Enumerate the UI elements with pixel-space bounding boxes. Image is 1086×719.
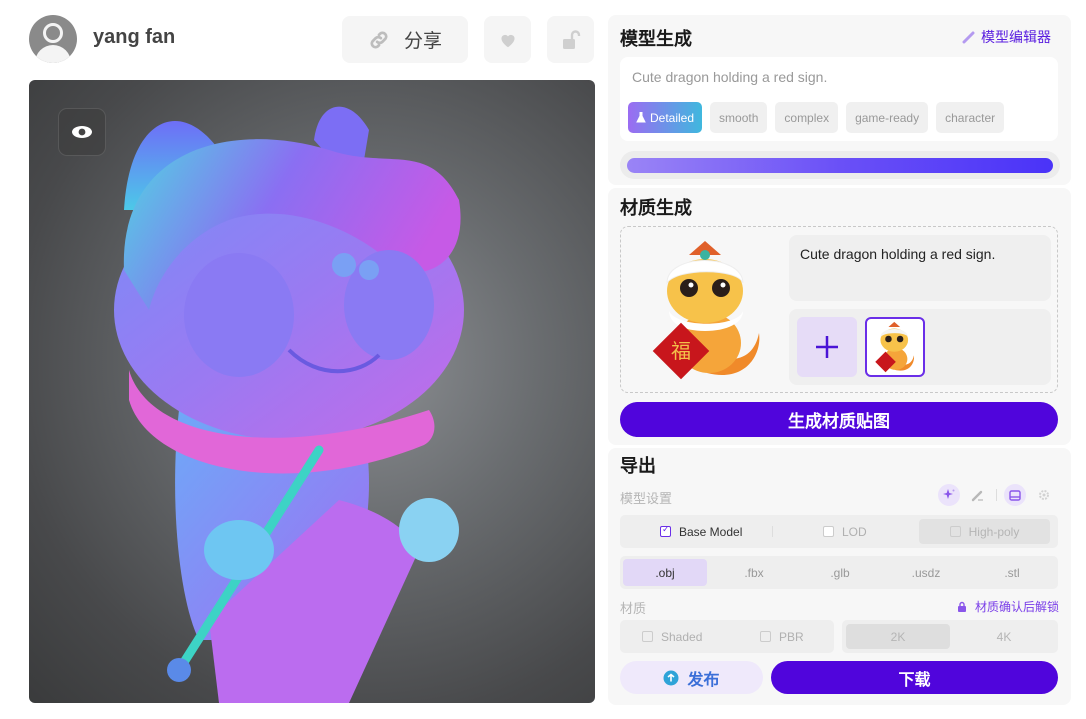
sparkle-icon <box>943 489 955 499</box>
reference-thumbnail[interactable] <box>865 317 925 377</box>
edit-button[interactable] <box>967 484 989 506</box>
model-prompt-box[interactable]: Cute dragon holding a red sign. Detailed… <box>620 57 1058 141</box>
publish-button[interactable]: 发布 <box>620 661 763 694</box>
model-editor-label: 模型编辑器 <box>981 29 1051 45</box>
plus-icon <box>816 336 838 358</box>
unlock-icon <box>562 29 580 49</box>
option-label: PBR <box>779 629 804 644</box>
material-lock-note: 材质确认后解锁 <box>957 598 1059 615</box>
avatar[interactable] <box>29 15 77 63</box>
option-label: LOD <box>842 524 867 539</box>
lock-note-text: 材质确认后解锁 <box>974 600 1059 614</box>
export-panel: 导出 模型设置 ✓ Base Model LOD High-poly .obj … <box>608 448 1071 705</box>
material-label: 材质 <box>620 601 647 616</box>
flask-icon <box>636 112 646 123</box>
option-label: Shaded <box>661 629 703 644</box>
format-fbx[interactable]: .fbx <box>711 559 797 586</box>
sparkle-button[interactable] <box>938 484 960 506</box>
checkbox-checked[interactable] <box>660 524 671 537</box>
model-type-options: Base Model LOD High-poly <box>620 515 1058 548</box>
model-editor-link[interactable]: 模型编辑器 <box>962 27 1051 47</box>
model-settings-label: 模型设置 <box>620 491 673 506</box>
share-label: 分享 <box>403 31 442 52</box>
chip-smooth[interactable]: smooth <box>710 102 768 133</box>
toggle-view-button[interactable] <box>58 108 106 156</box>
resolution-2k[interactable]: 2K <box>846 624 950 649</box>
format-selector: .obj .fbx .glb .usdz .stl <box>620 556 1058 589</box>
style-chips: Detailed smooth complex game-ready chara… <box>628 102 1005 133</box>
model-settings-toolbar <box>938 484 1055 506</box>
eye-icon <box>72 126 92 138</box>
reference-image[interactable]: 福 <box>647 233 767 387</box>
3d-model-render <box>114 106 464 703</box>
format-stl[interactable]: .stl <box>969 559 1055 586</box>
3d-model-viewer[interactable] <box>29 80 595 703</box>
fu-character: 福 <box>671 339 691 363</box>
lock-icon <box>957 601 966 612</box>
option-shaded[interactable]: Shaded <box>642 620 702 653</box>
pencil-icon <box>971 490 983 502</box>
unlock-button[interactable] <box>547 16 594 63</box>
resolution-4k[interactable]: 4K <box>952 624 1056 649</box>
option-pbr[interactable]: PBR <box>760 620 804 653</box>
film-icon <box>1009 490 1021 501</box>
model-generation-panel: 模型生成 模型编辑器 Cute dragon holding a red sig… <box>608 15 1071 185</box>
option-lod[interactable]: LOD <box>823 515 867 548</box>
heart-icon <box>500 34 515 47</box>
toolbar-divider <box>996 489 997 501</box>
checkbox[interactable] <box>642 631 653 642</box>
brush-icon <box>962 31 975 44</box>
material-prompt-text[interactable]: Cute dragon holding a red sign. <box>789 235 1051 301</box>
checkbox[interactable] <box>760 631 771 642</box>
resolution-selector: 2K 4K <box>842 620 1058 653</box>
option-divider <box>772 526 773 537</box>
option-label: High-poly <box>968 524 1020 539</box>
option-high-poly[interactable]: High-poly <box>919 519 1050 544</box>
generation-progress-bar <box>620 151 1060 179</box>
export-title: 导出 <box>620 456 656 476</box>
publish-label: 发布 <box>687 671 720 689</box>
chip-label: Detailed <box>650 110 695 125</box>
option-label: Base Model <box>679 524 743 539</box>
generate-texture-button[interactable]: 生成材质贴图 <box>620 402 1058 437</box>
avatar-body-shape <box>35 45 71 63</box>
model-generation-title: 模型生成 <box>620 29 692 49</box>
gear-icon <box>1039 490 1049 500</box>
share-button[interactable]: 分享 <box>342 16 468 63</box>
link-icon <box>370 31 388 48</box>
material-image-list <box>789 309 1051 385</box>
format-obj[interactable]: .obj <box>623 559 707 586</box>
format-glb[interactable]: .glb <box>797 559 883 586</box>
publish-icon <box>663 670 679 685</box>
like-button[interactable] <box>484 16 531 63</box>
add-image-button[interactable] <box>797 317 857 377</box>
model-prompt-text[interactable]: Cute dragon holding a red sign. <box>632 69 827 85</box>
shading-options: Shaded PBR <box>620 620 834 653</box>
checkbox[interactable] <box>823 526 834 537</box>
format-usdz[interactable]: .usdz <box>883 559 969 586</box>
checkbox[interactable] <box>949 526 961 537</box>
progress-fill <box>627 158 1053 173</box>
chip-game-ready[interactable]: game-ready <box>846 102 929 133</box>
username: yang fan <box>93 26 176 48</box>
option-base-model[interactable]: Base Model <box>660 515 742 548</box>
material-input-area: 福 Cute dragon holding a red sign. <box>620 226 1058 393</box>
chip-detailed[interactable]: Detailed <box>628 102 703 133</box>
download-button[interactable]: 下载 <box>771 661 1058 694</box>
chip-character[interactable]: character <box>936 102 1005 133</box>
settings-button[interactable] <box>1033 484 1055 506</box>
avatar-head-shape <box>43 23 63 43</box>
thumbnail-image <box>875 321 915 373</box>
material-generation-title: 材质生成 <box>620 198 692 218</box>
chip-complex[interactable]: complex <box>775 102 839 133</box>
material-generation-panel: 材质生成 福 Cute dragon holding a red sign. 生… <box>608 188 1071 445</box>
texture-button[interactable] <box>1004 484 1026 506</box>
